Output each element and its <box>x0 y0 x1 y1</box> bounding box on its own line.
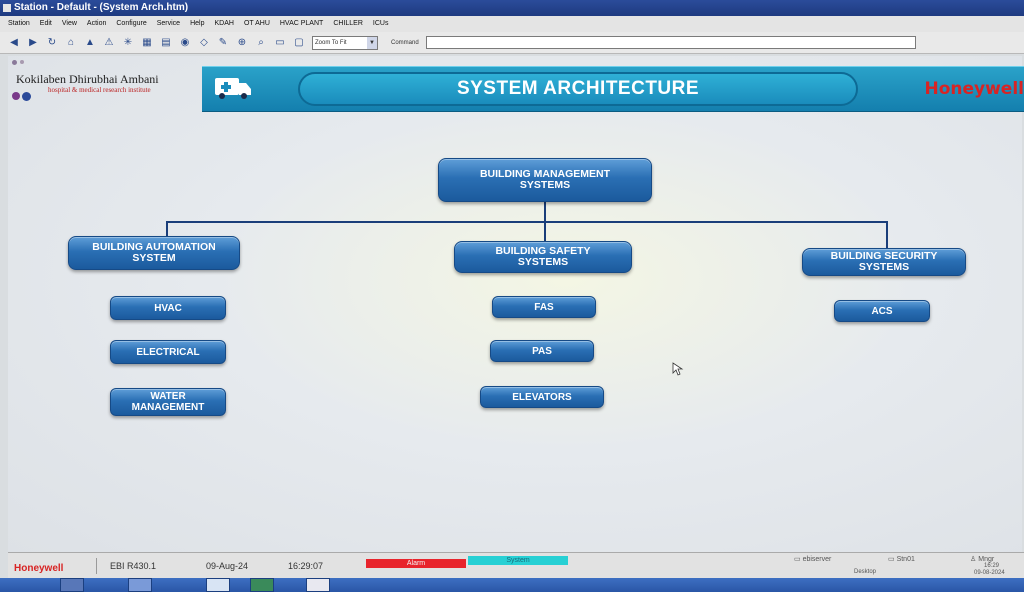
taskbar-excel-icon[interactable] <box>250 578 274 592</box>
taskbar-app-icon[interactable] <box>60 578 84 592</box>
page-title: SYSTEM ARCHITECTURE <box>456 78 700 99</box>
light-icon[interactable]: ✳ <box>122 37 134 49</box>
menu-service[interactable]: Service <box>157 16 180 32</box>
node-building-management-systems[interactable]: BUILDING MANAGEMENT SYSTEMS <box>438 158 652 202</box>
menu-chiller[interactable]: CHILLER <box>333 16 363 32</box>
zoom-value: Zoom To Fit <box>315 39 347 46</box>
taskbar-station-icon[interactable] <box>206 578 230 592</box>
menu-bar: Station Edit View Action Configure Servi… <box>0 16 1024 32</box>
refresh-icon[interactable]: ↻ <box>46 37 58 49</box>
command-label: Command <box>391 39 419 46</box>
connector-safety <box>544 221 546 243</box>
node-building-security-systems[interactable]: BUILDING SECURITY SYSTEMS <box>802 248 966 276</box>
print-icon[interactable]: ▭ <box>274 37 286 49</box>
window-title-bar: Station - Default - (System Arch.htm) <box>0 0 1024 16</box>
warning-icon[interactable]: ⚠ <box>103 37 115 49</box>
system-indicator[interactable]: System <box>468 556 568 565</box>
page-icon[interactable]: ▢ <box>293 37 305 49</box>
node-hvac[interactable]: HVAC <box>110 296 226 320</box>
camera-icon[interactable]: ◉ <box>179 37 191 49</box>
window-title: Station - Default - (System Arch.htm) <box>14 2 189 13</box>
node-acs[interactable]: ACS <box>834 300 930 322</box>
command-input[interactable] <box>425 36 916 49</box>
status-server: ▭ ebiserver <box>794 556 832 563</box>
status-bar: Honeywell EBI R430.1 09-Aug-24 16:29:07 … <box>8 552 1024 578</box>
taskbar-explorer-icon[interactable] <box>128 578 152 592</box>
status-version: EBI R430.1 <box>110 561 157 571</box>
report-icon[interactable]: ▤ <box>160 37 172 49</box>
clock-date: 09-08-2024 <box>974 570 1005 576</box>
connector-root-down <box>544 202 546 222</box>
menu-hvac-plant[interactable]: HVAC PLANT <box>280 16 323 32</box>
mouse-pointer-icon <box>672 362 684 376</box>
node-pas[interactable]: PAS <box>490 340 594 362</box>
display-canvas: Kokilaben Dhirubhai Ambani hospital & me… <box>8 56 1024 552</box>
menu-edit[interactable]: Edit <box>40 16 52 32</box>
menu-ot-ahu[interactable]: OT AHU <box>244 16 270 32</box>
node-water-management[interactable]: WATER MANAGEMENT <box>110 388 226 416</box>
taskbar-tools-icon[interactable] <box>306 578 330 592</box>
taskbar <box>0 578 1024 592</box>
menu-help[interactable]: Help <box>190 16 204 32</box>
trend-icon[interactable]: ▦ <box>141 37 153 49</box>
server-name: ebiserver <box>802 556 832 563</box>
status-time: 16:29:07 <box>288 561 324 571</box>
menu-kdah[interactable]: KDAH <box>214 16 233 32</box>
node-building-automation-system[interactable]: BUILDING AUTOMATION SYSTEM <box>68 236 240 270</box>
home-icon[interactable]: ⌂ <box>65 37 77 49</box>
hospital-logo: Kokilaben Dhirubhai Ambani hospital & me… <box>8 56 208 116</box>
station-name: Stn01 <box>896 556 915 563</box>
connector-security <box>886 221 888 249</box>
hospital-subtitle: hospital & medical research institute <box>48 86 151 94</box>
status-divider <box>96 558 97 574</box>
toolbar: ◀ ▶ ↻ ⌂ ▲ ⚠ ✳ ▦ ▤ ◉ ◇ ✎ ⊕ ⌕ ▭ ▢ Zoom To … <box>0 32 1024 54</box>
menu-view[interactable]: View <box>62 16 77 32</box>
menu-station[interactable]: Station <box>8 16 30 32</box>
zoom-select[interactable]: Zoom To Fit ▼ <box>312 35 378 50</box>
header-band: SYSTEM ARCHITECTURE Honeywell <box>202 66 1024 112</box>
clock-time: 16:29 <box>984 563 1000 569</box>
view-icon[interactable]: ◇ <box>198 37 210 49</box>
forward-icon[interactable]: ▶ <box>27 37 39 49</box>
edit-icon[interactable]: ✎ <box>217 37 229 49</box>
hospital-name: Kokilaben Dhirubhai Ambani <box>16 72 159 86</box>
menu-icus[interactable]: ICUs <box>373 16 389 32</box>
back-icon[interactable]: ◀ <box>8 37 20 49</box>
node-electrical[interactable]: ELECTRICAL <box>110 340 226 364</box>
station-app-icon <box>3 4 11 12</box>
node-elevators[interactable]: ELEVATORS <box>480 386 604 408</box>
menu-configure[interactable]: Configure <box>116 16 146 32</box>
node-building-safety-systems[interactable]: BUILDING SAFETY SYSTEMS <box>454 241 632 273</box>
status-date: 09-Aug-24 <box>206 561 249 571</box>
menu-action[interactable]: Action <box>87 16 106 32</box>
zoom-icon[interactable]: ⊕ <box>236 37 248 49</box>
desktop-label[interactable]: Desktop <box>854 569 876 575</box>
honeywell-logo: Honeywell <box>924 79 1024 99</box>
node-fas[interactable]: FAS <box>492 296 596 318</box>
connector-horizontal <box>166 221 888 223</box>
alarm-indicator[interactable]: Alarm <box>366 559 466 568</box>
search-icon[interactable]: ⌕ <box>255 37 267 49</box>
page-title-pill: SYSTEM ARCHITECTURE <box>298 72 858 106</box>
user-name: Mngr <box>978 556 995 563</box>
alarm-summary-icon[interactable]: ▲ <box>84 37 96 49</box>
chevron-down-icon[interactable]: ▼ <box>367 36 377 49</box>
status-brand: Honeywell <box>14 563 64 574</box>
status-user: ♙ Mngr <box>970 556 995 563</box>
status-station: ▭ Stn01 <box>888 556 915 563</box>
ambulance-icon[interactable] <box>214 75 252 101</box>
